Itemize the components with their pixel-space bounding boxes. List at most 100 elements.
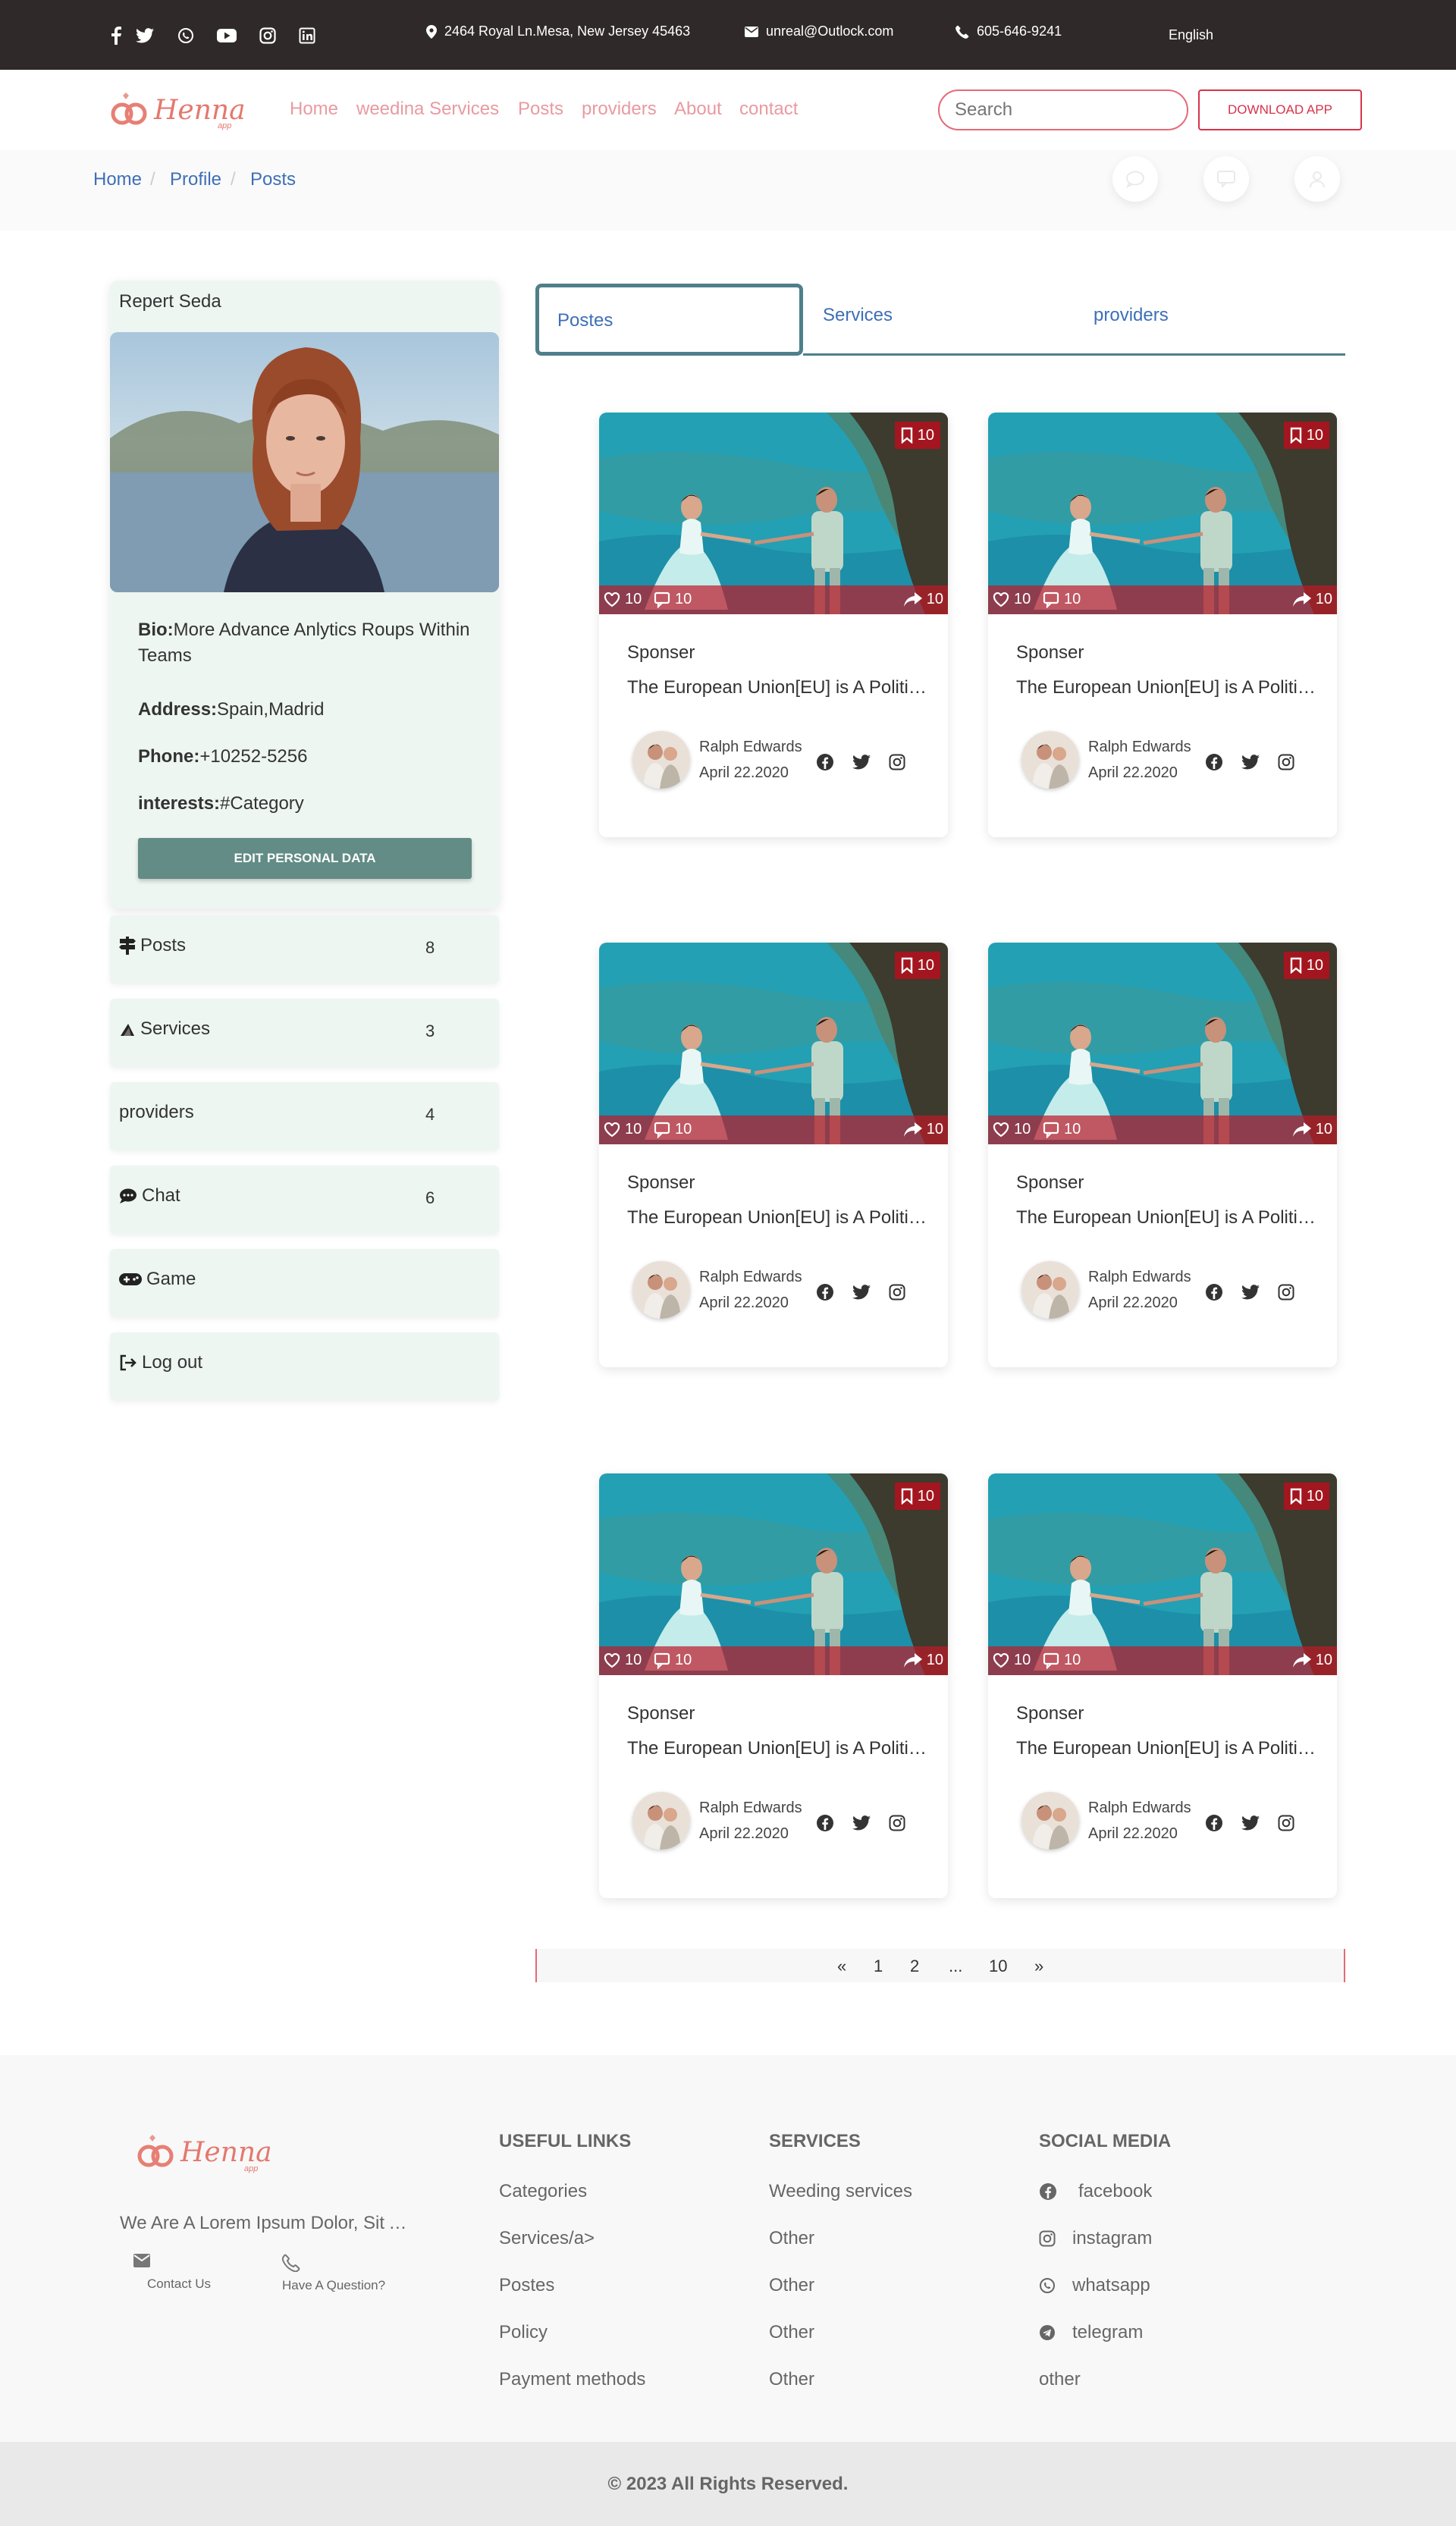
post-author[interactable]: Ralph Edwards [1088,739,1191,756]
like-button[interactable]: 10 [604,591,642,608]
post-author[interactable]: Ralph Edwards [1088,1800,1191,1817]
tab-postes[interactable]: Postes [535,284,803,356]
twitter-icon[interactable] [852,1282,871,1302]
sidebar-item-game[interactable]: Game [110,1249,499,1317]
contact-us-link[interactable]: Contact Us [133,2254,224,2292]
facebook-icon[interactable] [815,752,835,772]
footer-link-postes[interactable]: Postes [499,2275,554,2296]
post-author[interactable]: Ralph Edwards [699,1269,802,1286]
breadcrumb-home[interactable]: Home [93,169,142,190]
sidebar-item-chat[interactable]: Chat 6 [110,1166,499,1234]
sidebar-item-providers[interactable]: providers 4 [110,1082,499,1150]
language-selector[interactable]: English [1169,27,1213,43]
post-card[interactable]: 10 10 10 10 Sponser The European Union[E… [599,1473,948,1898]
sidebar-item-logout[interactable]: Log out [110,1332,499,1401]
share-button[interactable]: 10 [1292,1121,1332,1138]
save-button[interactable]: 10 [894,422,940,449]
like-button[interactable]: 10 [993,1652,1031,1669]
post-author[interactable]: Ralph Edwards [699,1800,802,1817]
youtube-icon[interactable] [215,24,238,47]
topbar-email[interactable]: unreal@Outlock.com [766,24,893,39]
save-button[interactable]: 10 [894,952,940,979]
footer-link-payment[interactable]: Payment methods [499,2369,645,2390]
post-card[interactable]: 10 10 10 10 Sponser The European Union[E… [988,413,1337,837]
comment-button[interactable]: 10 [654,1652,692,1669]
footer-link-policy[interactable]: Policy [499,2322,548,2343]
share-button[interactable]: 10 [903,1652,943,1669]
save-button[interactable]: 10 [1283,1483,1329,1510]
brand-logo[interactable]: Henna app [110,86,246,133]
post-title[interactable]: The European Union[EU] is A Political [1016,1738,1316,1759]
facebook-icon[interactable] [815,1813,835,1833]
footer-link-categories[interactable]: Categories [499,2181,587,2202]
nav-posts[interactable]: Posts [518,99,563,120]
facebook-icon[interactable] [815,1282,835,1302]
instagram-icon[interactable] [1276,1813,1296,1833]
twitter-icon[interactable] [1241,1282,1260,1302]
post-title[interactable]: The European Union[EU] is A Political [627,677,927,698]
post-title[interactable]: The European Union[EU] is A Political [1016,1207,1316,1228]
comments-button[interactable] [1203,156,1249,202]
tab-providers[interactable]: providers [1094,305,1169,326]
share-button[interactable]: 10 [1292,1652,1332,1669]
like-button[interactable]: 10 [604,1652,642,1669]
instagram-icon[interactable] [1276,1282,1296,1302]
footer-service-other[interactable]: Other [769,2275,814,2296]
avatar[interactable] [1021,731,1079,789]
facebook-icon[interactable] [1204,1813,1224,1833]
have-question-link[interactable]: Have A Question? [282,2254,403,2293]
twitter-icon[interactable] [133,24,156,47]
breadcrumb-profile[interactable]: Profile [170,169,221,190]
footer-service-weeding[interactable]: Weeding services [769,2181,912,2202]
twitter-icon[interactable] [852,1813,871,1833]
linkedin-icon[interactable] [296,24,318,47]
avatar[interactable] [632,731,690,789]
user-button[interactable] [1294,156,1340,202]
post-title[interactable]: The European Union[EU] is A Political [1016,677,1316,698]
footer-service-other[interactable]: Other [769,2322,814,2343]
like-button[interactable]: 10 [604,1121,642,1138]
instagram-icon[interactable] [887,1813,907,1833]
sidebar-item-services[interactable]: Services 3 [110,999,499,1067]
avatar[interactable] [632,1792,690,1850]
share-button[interactable]: 10 [1292,591,1332,608]
comment-button[interactable]: 10 [1043,1121,1081,1138]
post-title[interactable]: The European Union[EU] is A Political [627,1207,927,1228]
footer-social-whatsapp[interactable]: whatsapp [1039,2275,1150,2296]
page-next[interactable]: » [1034,1956,1043,1976]
email-item[interactable]: unreal@Outlock.com [745,24,893,39]
post-author[interactable]: Ralph Edwards [1088,1269,1191,1286]
facebook-icon[interactable] [105,24,127,47]
save-button[interactable]: 10 [1283,952,1329,979]
twitter-icon[interactable] [1241,752,1260,772]
like-button[interactable]: 10 [993,1121,1031,1138]
instagram-icon[interactable] [887,1282,907,1302]
instagram-icon[interactable] [887,752,907,772]
download-app-button[interactable]: DOWNLOAD APP [1198,89,1362,130]
comment-button[interactable]: 10 [654,591,692,608]
post-card[interactable]: 10 10 10 10 Sponser The European Union[E… [988,1473,1337,1898]
save-button[interactable]: 10 [1283,422,1329,449]
avatar[interactable] [632,1261,690,1319]
footer-social-instagram[interactable]: instagram [1039,2228,1152,2249]
footer-logo[interactable]: Henna app [136,2129,273,2175]
save-button[interactable]: 10 [894,1483,940,1510]
post-title[interactable]: The European Union[EU] is A Political [627,1738,927,1759]
breadcrumb-posts[interactable]: Posts [250,169,296,190]
comment-button[interactable]: 10 [1043,1652,1081,1669]
avatar[interactable] [1021,1792,1079,1850]
instagram-icon[interactable] [256,24,279,47]
share-button[interactable]: 10 [903,1121,943,1138]
whatsapp-icon[interactable] [174,24,197,47]
page-1[interactable]: 1 [874,1956,883,1976]
messages-button[interactable] [1112,156,1158,202]
page-prev[interactable]: « [837,1956,846,1976]
topbar-phone[interactable]: 605-646-9241 [977,24,1062,39]
footer-link-services[interactable]: Services/a> [499,2228,595,2249]
like-button[interactable]: 10 [993,591,1031,608]
twitter-icon[interactable] [852,752,871,772]
facebook-icon[interactable] [1204,1282,1224,1302]
footer-social-telegram[interactable]: telegram [1039,2322,1143,2343]
edit-personal-data-button[interactable]: EDIT PERSONAL DATA [138,838,472,879]
nav-home[interactable]: Home [290,99,338,120]
